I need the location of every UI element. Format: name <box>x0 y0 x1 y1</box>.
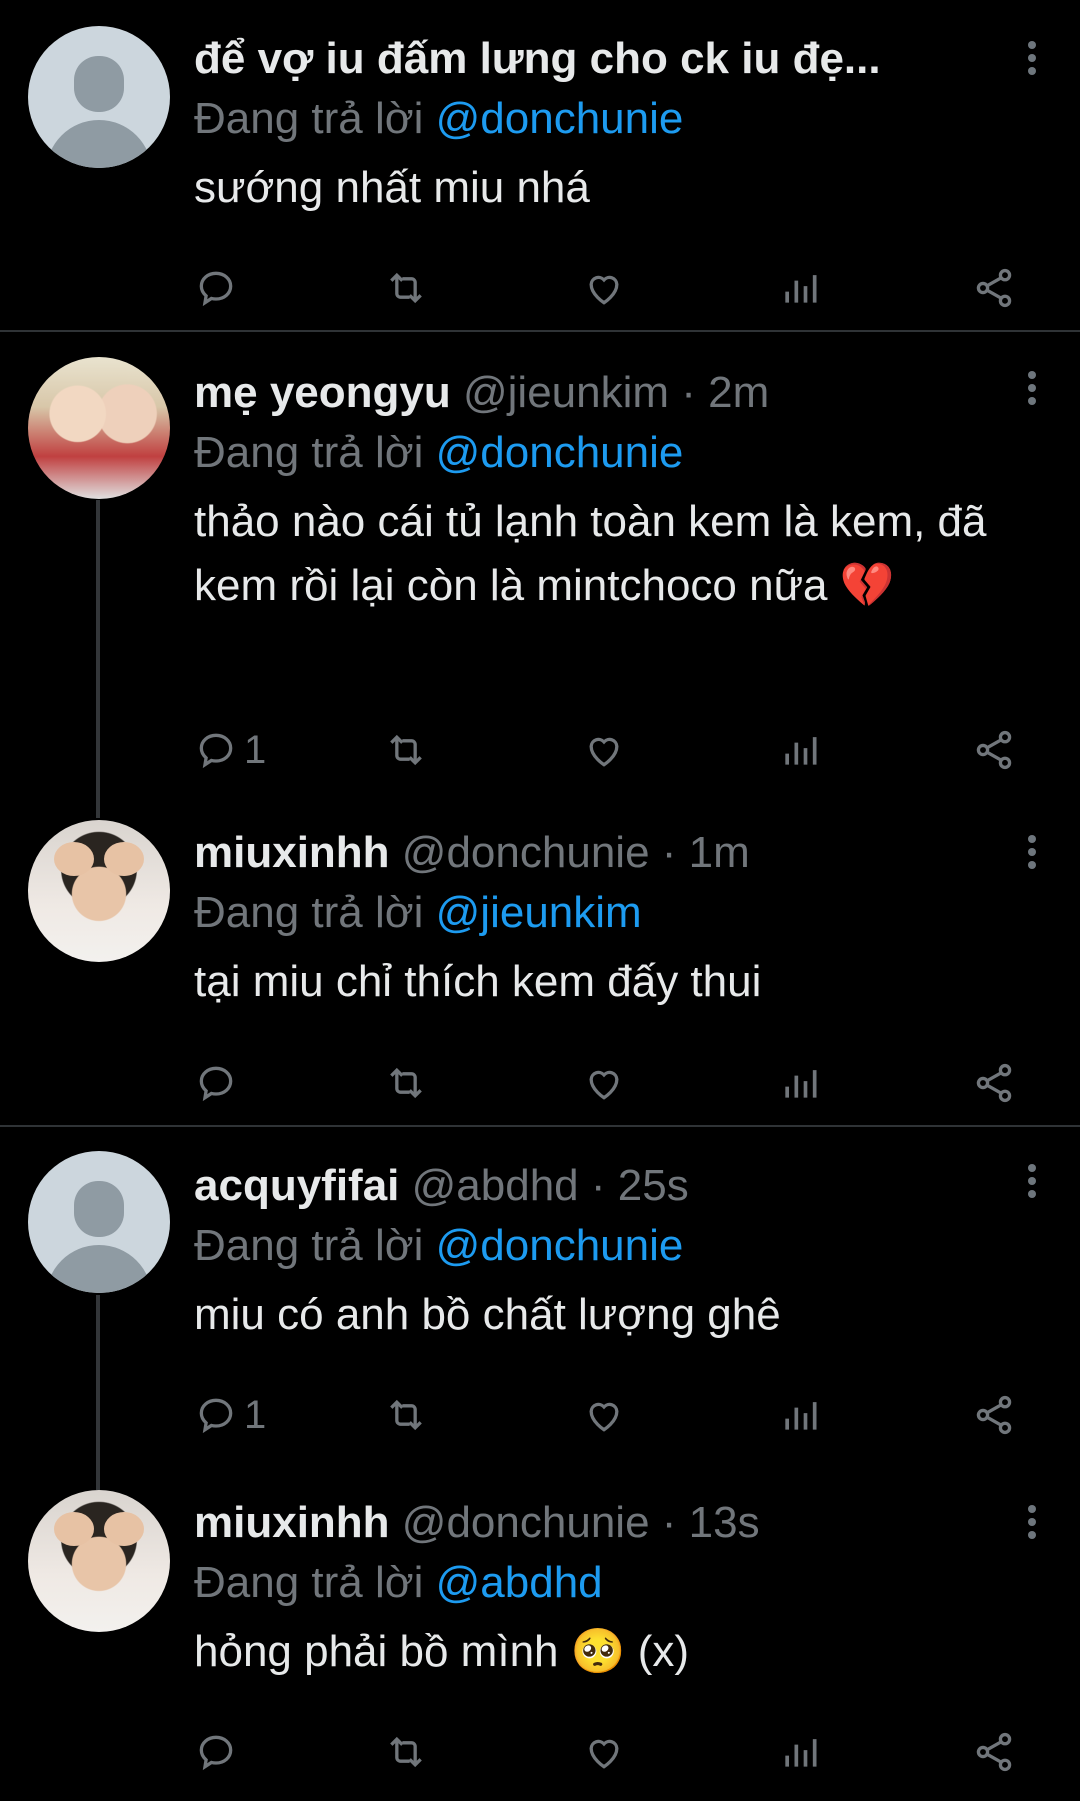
like-icon <box>589 1070 619 1100</box>
tweet-text: sướng nhất miu nhá <box>194 163 590 212</box>
retweet-button[interactable] <box>384 1058 428 1108</box>
reply-icon <box>199 1735 233 1771</box>
analytics-button[interactable] <box>778 1058 822 1108</box>
share-icon <box>976 1732 1012 1772</box>
reply-button[interactable] <box>194 263 244 313</box>
avatar[interactable] <box>28 820 170 962</box>
avatar[interactable] <box>28 357 170 499</box>
retweet-icon <box>390 272 422 304</box>
retweet-button[interactable] <box>384 1390 428 1440</box>
more-options-icon[interactable] <box>1022 1502 1042 1544</box>
like-icon <box>589 275 619 305</box>
like-button[interactable] <box>582 1727 626 1777</box>
reply-icon <box>199 733 233 769</box>
like-icon <box>589 1402 619 1432</box>
display-name[interactable]: acquyfifai <box>194 1161 399 1210</box>
like-icon <box>589 737 619 767</box>
handle-and-time[interactable]: @donchunie · 1m <box>402 828 750 877</box>
display-name[interactable]: mẹ yeongyu <box>194 368 451 417</box>
handle-and-time[interactable]: @jieunkim · 2m <box>463 368 769 417</box>
analytics-icon <box>785 737 817 765</box>
display-name[interactable]: miuxinhh <box>194 1498 390 1547</box>
like-button[interactable] <box>582 263 626 313</box>
tweet-text: thảo nào cái tủ lạnh toàn kem là kem, đã… <box>194 497 987 610</box>
reply-button[interactable]: 1 <box>194 1390 266 1440</box>
analytics-button[interactable] <box>778 725 822 775</box>
tweet[interactable]: miuxinhh @donchunie · 1m Đang trả lời @j… <box>0 800 1080 1125</box>
mention-link[interactable]: @jieunkim <box>436 888 642 937</box>
analytics-button[interactable] <box>778 1727 822 1777</box>
reply-icon <box>199 1398 233 1434</box>
tweet-actions <box>194 263 1024 313</box>
more-options-icon[interactable] <box>1022 1161 1042 1203</box>
tweet[interactable]: acquyfifai @abdhd · 25s Đang trả lời @do… <box>0 1127 1080 1472</box>
mention-link[interactable]: @donchunie <box>436 94 684 143</box>
avatar[interactable] <box>28 1490 170 1632</box>
tweet-text: hỏng phải bồ mình 🥺 (x) <box>194 1627 690 1676</box>
tweet-actions <box>194 1727 1024 1777</box>
retweet-button[interactable] <box>384 725 428 775</box>
reply-prefix: Đang trả lời <box>194 1221 424 1270</box>
like-button[interactable] <box>582 1390 626 1440</box>
share-button[interactable] <box>972 1390 1016 1440</box>
reply-prefix: Đang trả lời <box>194 1558 424 1607</box>
share-button[interactable] <box>972 263 1016 313</box>
reply-button[interactable]: 1 <box>194 725 266 775</box>
tweet[interactable]: để vợ iu đấm lưng cho ck iu đẹ... Đang t… <box>0 0 1080 330</box>
reply-prefix: Đang trả lời <box>194 888 424 937</box>
reply-button[interactable] <box>194 1727 244 1777</box>
like-button[interactable] <box>582 1058 626 1108</box>
more-options-icon[interactable] <box>1022 38 1042 80</box>
mention-link[interactable]: @donchunie <box>436 1221 684 1270</box>
mention-link[interactable]: @abdhd <box>436 1558 603 1607</box>
more-options-icon[interactable] <box>1022 832 1042 874</box>
display-name[interactable]: miuxinhh <box>194 828 390 877</box>
share-icon <box>976 268 1012 308</box>
tweet-actions: 1 <box>194 725 1024 775</box>
like-icon <box>589 1739 619 1769</box>
reply-prefix: Đang trả lời <box>194 428 424 477</box>
reply-prefix: Đang trả lời <box>194 94 424 143</box>
reply-count: 1 <box>244 727 267 772</box>
analytics-icon <box>785 1070 817 1098</box>
analytics-icon <box>785 1402 817 1430</box>
reply-icon <box>199 1066 233 1102</box>
reply-button[interactable] <box>194 1058 244 1108</box>
handle-and-time[interactable]: @abdhd · 25s <box>412 1161 689 1210</box>
share-icon <box>976 1063 1012 1103</box>
share-icon <box>976 1395 1012 1435</box>
analytics-icon <box>785 275 817 303</box>
retweet-icon <box>390 1736 422 1768</box>
reply-icon <box>199 271 233 307</box>
share-button[interactable] <box>972 1727 1016 1777</box>
tweet[interactable]: mẹ yeongyu @jieunkim · 2m Đang trả lời @… <box>0 332 1080 802</box>
share-icon <box>976 730 1012 770</box>
avatar[interactable] <box>28 1151 170 1293</box>
retweet-icon <box>390 1067 422 1099</box>
analytics-button[interactable] <box>778 1390 822 1440</box>
retweet-icon <box>390 1399 422 1431</box>
tweet-text: tại miu chỉ thích kem đấy thui <box>194 957 762 1006</box>
analytics-icon <box>785 1739 817 1767</box>
more-options-icon[interactable] <box>1022 368 1042 410</box>
retweet-icon <box>390 734 422 766</box>
tweet-actions: 1 <box>194 1390 1024 1440</box>
retweet-button[interactable] <box>384 1727 428 1777</box>
tweet-text: miu có anh bồ chất lượng ghê <box>194 1290 781 1339</box>
tweet-actions <box>194 1058 1024 1108</box>
tweet[interactable]: miuxinhh @donchunie · 13s Đang trả lời @… <box>0 1470 1080 1801</box>
analytics-button[interactable] <box>778 263 822 313</box>
avatar[interactable] <box>28 26 170 168</box>
reply-count: 1 <box>244 1392 267 1437</box>
share-button[interactable] <box>972 1058 1016 1108</box>
mention-link[interactable]: @donchunie <box>436 428 684 477</box>
handle-and-time[interactable]: @donchunie · 13s <box>402 1498 760 1547</box>
retweet-button[interactable] <box>384 263 428 313</box>
display-name[interactable]: để vợ iu đấm lưng cho ck iu đẹ... <box>194 34 881 83</box>
like-button[interactable] <box>582 725 626 775</box>
share-button[interactable] <box>972 725 1016 775</box>
